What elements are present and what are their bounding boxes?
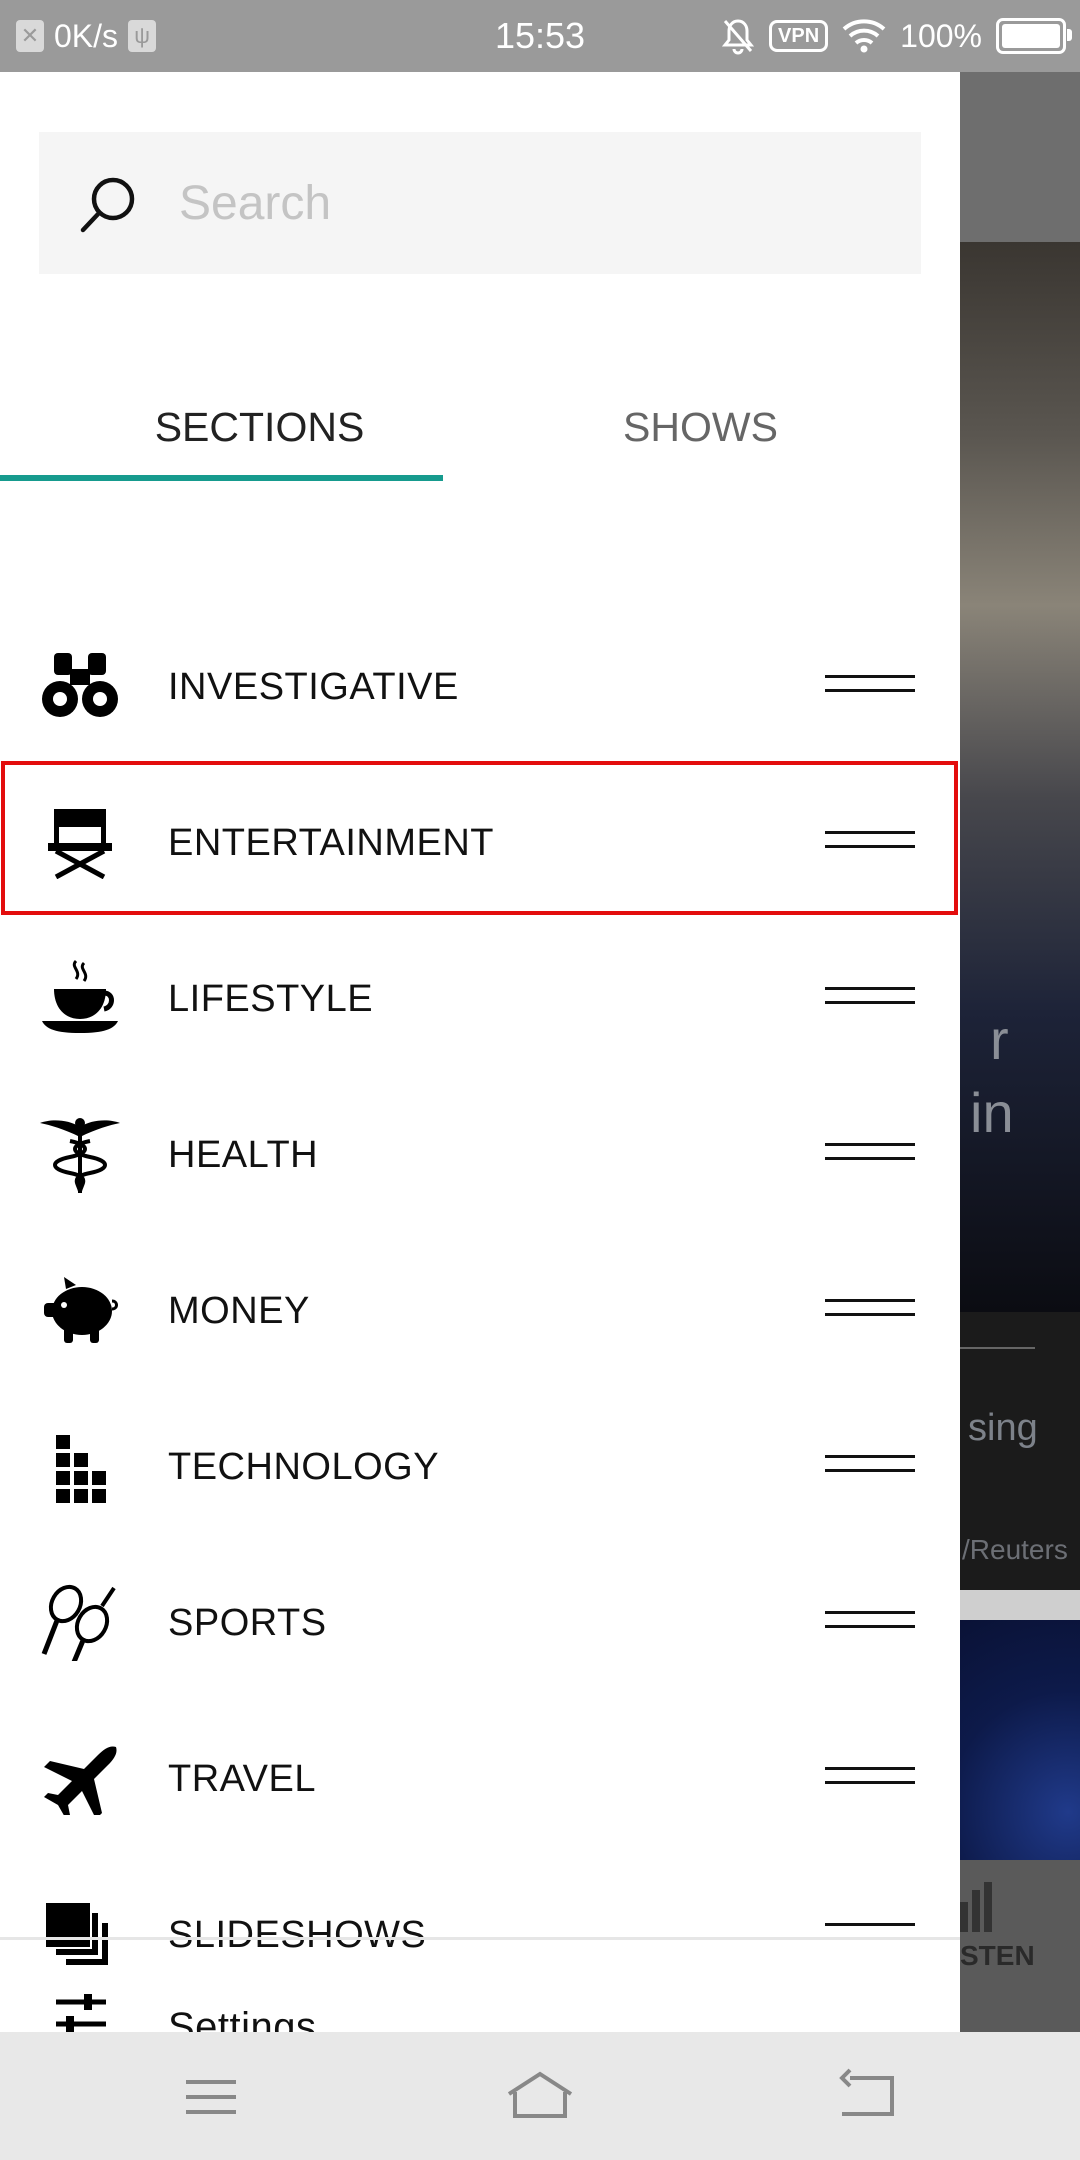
tab-shows[interactable]: SHOWS xyxy=(480,372,921,482)
section-item-money[interactable]: MONEY xyxy=(0,1233,960,1389)
menu-icon[interactable] xyxy=(176,2062,246,2132)
caduceus-icon xyxy=(40,1118,120,1193)
wifi-icon xyxy=(842,19,886,53)
tab-sections[interactable]: SECTIONS xyxy=(39,372,480,482)
sliders-icon xyxy=(56,1994,106,2032)
status-bar: ✕ 0K/s ψ 15:53 VPN 100% xyxy=(0,0,1080,72)
binoculars-icon xyxy=(42,653,118,717)
section-item-lifestyle[interactable]: LIFESTYLE xyxy=(0,921,960,1077)
background-nav-label: STEN xyxy=(960,1940,1035,1971)
section-label: MONEY xyxy=(168,1290,310,1332)
battery-percent: 100% xyxy=(900,17,982,54)
section-item-technology[interactable]: TECHNOLOGY xyxy=(0,1389,960,1545)
drag-handle-icon[interactable] xyxy=(825,1455,915,1477)
background-headline-fragment: r xyxy=(990,1008,1009,1071)
background-bottom-nav: STEN xyxy=(960,1860,1080,2032)
vpn-badge: VPN xyxy=(769,20,829,52)
system-nav-bar xyxy=(0,2032,1080,2160)
blocks-icon xyxy=(56,1435,106,1503)
background-text-fragment: sing xyxy=(968,1407,1038,1449)
drag-handle-icon[interactable] xyxy=(825,675,915,697)
coffee-cup-icon xyxy=(42,959,118,1033)
navigation-drawer: SECTIONS SHOWS INVESTIGATIVE xyxy=(0,72,960,2032)
search-bar[interactable] xyxy=(39,132,921,274)
background-separator xyxy=(960,1590,1080,1620)
status-right: VPN 100% xyxy=(721,0,1072,72)
back-icon[interactable] xyxy=(832,2062,902,2132)
section-label: TRAVEL xyxy=(168,1758,317,1800)
settings-item[interactable]: Settings xyxy=(0,1972,960,2032)
background-app: r in sing /Reuters STEN xyxy=(960,72,1080,2032)
list-divider xyxy=(0,1937,960,1940)
highlight-box xyxy=(1,761,958,915)
section-item-investigative[interactable]: INVESTIGATIVE xyxy=(0,609,960,765)
airplane-icon xyxy=(44,1746,117,1815)
section-label: INVESTIGATIVE xyxy=(168,666,459,708)
battery-icon xyxy=(996,18,1072,54)
background-card-image xyxy=(960,1620,1080,1860)
tab-indicator xyxy=(0,475,443,481)
piggy-bank-icon xyxy=(44,1277,118,1343)
background-credit-fragment: /Reuters xyxy=(962,1534,1068,1565)
section-item-sports[interactable]: SPORTS xyxy=(0,1545,960,1701)
tennis-rackets-icon xyxy=(41,1584,116,1661)
background-headline-fragment: in xyxy=(970,1081,1014,1144)
home-icon[interactable] xyxy=(505,2062,575,2132)
mute-bell-icon xyxy=(721,19,755,55)
tab-bar: SECTIONS SHOWS xyxy=(39,372,921,482)
section-label: HEALTH xyxy=(168,1134,319,1176)
drag-handle-icon[interactable] xyxy=(825,987,915,1009)
section-label: SPORTS xyxy=(168,1602,327,1644)
search-icon[interactable] xyxy=(79,174,139,234)
settings-label: Settings xyxy=(168,2005,317,2032)
drag-handle-icon[interactable] xyxy=(825,1923,915,1945)
section-item-health[interactable]: HEALTH xyxy=(0,1077,960,1233)
background-photo xyxy=(960,242,1080,1312)
section-label: TECHNOLOGY xyxy=(168,1446,440,1488)
background-header xyxy=(960,72,1080,242)
background-divider xyxy=(960,1347,1035,1349)
search-input[interactable] xyxy=(179,160,879,246)
drag-handle-icon[interactable] xyxy=(825,1611,915,1633)
section-label: LIFESTYLE xyxy=(168,978,374,1020)
section-item-travel[interactable]: TRAVEL xyxy=(0,1701,960,1857)
drag-handle-icon[interactable] xyxy=(825,1767,915,1789)
drag-handle-icon[interactable] xyxy=(825,1143,915,1165)
drag-handle-icon[interactable] xyxy=(825,1299,915,1321)
equalizer-icon xyxy=(960,1882,992,1932)
